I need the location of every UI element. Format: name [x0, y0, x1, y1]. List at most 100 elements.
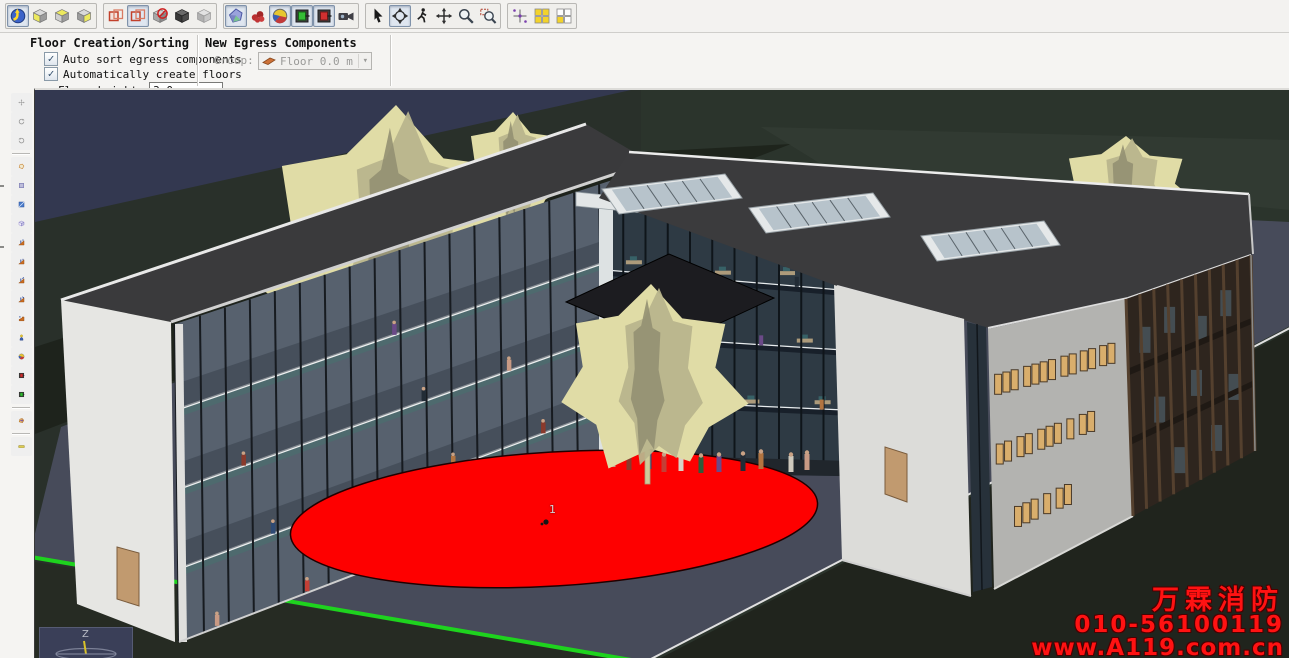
ramp-up-tool-button[interactable] — [11, 271, 32, 290]
plane-tool-icon — [18, 196, 25, 213]
select-cursor-icon — [369, 7, 387, 25]
zoom-tool-button[interactable] — [455, 5, 477, 27]
ghost-cube-button[interactable] — [193, 5, 215, 27]
floor-tool-button[interactable] — [11, 309, 32, 328]
camera-view-icon — [337, 7, 355, 25]
wire-cube-hollow-button[interactable] — [127, 5, 149, 27]
show-doors-button[interactable] — [313, 5, 335, 27]
rectangle-tool-icon — [18, 177, 25, 194]
group-label: Group: — [214, 54, 254, 67]
zoom-box-tool-icon — [479, 7, 497, 25]
shell-tool-button[interactable] — [11, 411, 32, 430]
show-exits-button[interactable] — [291, 5, 313, 27]
camera-view-button[interactable] — [335, 5, 357, 27]
hide-object-icon — [151, 7, 169, 25]
floor-slab-icon — [262, 56, 276, 66]
watermark-brand: 万霖消防 — [1031, 587, 1284, 614]
rotate-object-icon — [18, 113, 25, 130]
chevron-down-icon: ▾ — [358, 54, 368, 68]
dark-cube-button[interactable] — [171, 5, 193, 27]
application-window: Floor Creation/Sorting ✓ Auto sort egres… — [0, 0, 1289, 658]
toolbar-divider — [12, 153, 30, 154]
rotate-view-button[interactable] — [11, 131, 32, 150]
view-cube-top-button[interactable] — [51, 5, 73, 27]
move-object-icon — [18, 94, 25, 111]
occupant-group-tool-button[interactable] — [11, 347, 32, 366]
view-cube-right-icon — [75, 7, 93, 25]
hide-object-button[interactable] — [149, 5, 171, 27]
wire-cube-hollow-icon — [129, 7, 147, 25]
polygon-tool-button[interactable] — [11, 157, 32, 176]
toolbar-group — [5, 3, 97, 29]
stair-down-tool-icon — [18, 253, 25, 270]
toolbar-divider — [12, 433, 30, 434]
auto-create-floors-label: Automatically create floors — [63, 68, 242, 81]
ramp-down-tool-icon — [18, 291, 25, 308]
measure-tool-button[interactable] — [11, 437, 32, 456]
left-margin — [0, 88, 8, 658]
move-object-button[interactable] — [11, 93, 32, 112]
exit-green-tool-icon — [18, 386, 25, 403]
view-cube-right-button[interactable] — [73, 5, 95, 27]
auto-create-floors-checkbox[interactable]: ✓ — [44, 67, 58, 81]
stair-up-tool-icon — [18, 234, 25, 251]
toolbar-group — [103, 3, 217, 29]
show-exits-icon — [293, 7, 311, 25]
rotate-object-button[interactable] — [11, 112, 32, 131]
walk-tool-icon — [413, 7, 431, 25]
polygon-tool-icon — [18, 158, 25, 175]
viewports-grid-button[interactable] — [531, 5, 553, 27]
occupant-group-tool-icon — [18, 348, 25, 365]
stair-up-tool-button[interactable] — [11, 233, 32, 252]
view-cube-left-button[interactable] — [29, 5, 51, 27]
select-cursor-button[interactable] — [367, 5, 389, 27]
window-edge-tick — [0, 185, 4, 187]
orientation-gizmo[interactable]: Z — [39, 627, 133, 658]
snap-points-button[interactable] — [509, 5, 531, 27]
scene-3d — [35, 90, 1289, 658]
occupant-marker-label: 1 — [549, 503, 556, 516]
auto-sort-checkbox[interactable]: ✓ — [44, 52, 58, 66]
show-geometry-button[interactable] — [225, 5, 247, 27]
view-cube-top-icon — [53, 7, 71, 25]
orbit-tool-icon — [391, 7, 409, 25]
occupant-tool-button[interactable] — [11, 328, 32, 347]
plane-tool-button[interactable] — [11, 195, 32, 214]
pan-tool-button[interactable] — [433, 5, 455, 27]
ramp-down-tool-button[interactable] — [11, 290, 32, 309]
view-orbit-button[interactable] — [7, 5, 29, 27]
walk-tool-button[interactable] — [411, 5, 433, 27]
group-dropdown[interactable]: Floor 0.0 m ▾ — [258, 52, 372, 70]
wire-cube-button[interactable] — [105, 5, 127, 27]
occupant-tool-icon — [18, 329, 25, 346]
floor-tool-icon — [18, 310, 25, 327]
toolbar-divider — [12, 407, 30, 408]
viewports-grid-icon — [533, 7, 551, 25]
ramp-up-tool-icon — [18, 272, 25, 289]
new-egress-panel-title: New Egress Components — [205, 36, 357, 50]
panel-divider — [390, 35, 391, 86]
wire-cube-icon — [107, 7, 125, 25]
stair-down-tool-button[interactable] — [11, 252, 32, 271]
orbit-tool-button[interactable] — [389, 5, 411, 27]
show-doors-icon — [315, 7, 333, 25]
rectangle-tool-button[interactable] — [11, 176, 32, 195]
viewport-canvas[interactable]: 1 Z 万霖消防 010-56100119 www.A119.com.cn — [34, 88, 1289, 658]
viewport-single-icon — [555, 7, 573, 25]
exit-red-tool-button[interactable] — [11, 366, 32, 385]
top-toolbar — [0, 0, 1289, 33]
show-geometry-icon — [227, 7, 245, 25]
show-fire-button[interactable] — [247, 5, 269, 27]
exit-green-tool-button[interactable] — [11, 385, 32, 404]
show-occupants-button[interactable] — [269, 5, 291, 27]
ghost-cube-icon — [195, 7, 213, 25]
pan-tool-icon — [435, 7, 453, 25]
left-toolbar — [8, 88, 34, 658]
viewport-single-button[interactable] — [553, 5, 575, 27]
zoom-box-tool-button[interactable] — [477, 5, 499, 27]
dark-cube-icon — [173, 7, 191, 25]
watermark-phone: 010-56100119 — [1031, 614, 1284, 637]
snap-points-icon — [511, 7, 529, 25]
zoom-tool-icon — [457, 7, 475, 25]
box-tool-button[interactable] — [11, 214, 32, 233]
